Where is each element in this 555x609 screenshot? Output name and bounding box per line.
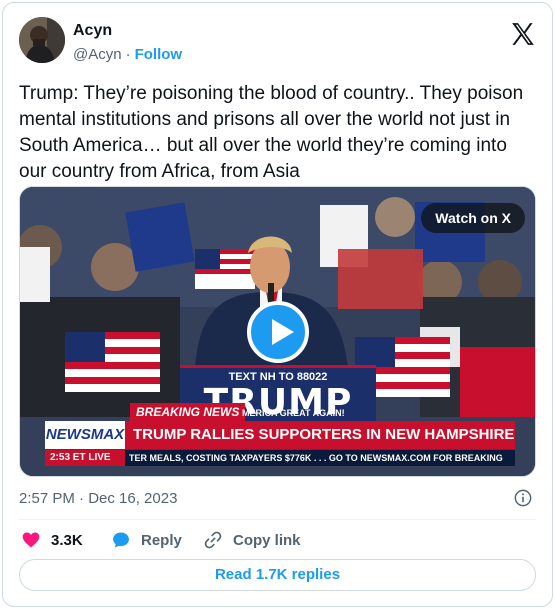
tweet-timestamp[interactable]: 2:57 PM · Dec 16, 2023 bbox=[19, 490, 177, 507]
reply-label: Reply bbox=[141, 531, 182, 549]
heart-icon bbox=[22, 532, 40, 548]
info-icon[interactable] bbox=[514, 489, 532, 507]
avatar-image bbox=[19, 17, 65, 63]
avatar[interactable] bbox=[19, 17, 65, 63]
maga-text: MERICA GREAT AGAIN! bbox=[242, 408, 345, 418]
author-name[interactable]: Acyn bbox=[73, 22, 112, 40]
reply-bubble-icon bbox=[113, 532, 129, 548]
ticker-text: TER MEALS, COSTING TAXPAYERS $776K . . .… bbox=[129, 453, 503, 463]
network-logo: NEWSMAX bbox=[45, 421, 125, 449]
like-button[interactable]: 3.3K bbox=[21, 529, 83, 551]
breaking-news-tag: BREAKING NEWS bbox=[130, 403, 246, 421]
like-count: 3.3K bbox=[51, 531, 83, 549]
copy-link-button[interactable]: Copy link bbox=[203, 529, 301, 551]
tweet-card: Acyn @Acyn · Follow Trump: They’re poisoni… bbox=[2, 2, 553, 607]
author-handle-row: @Acyn · Follow bbox=[73, 46, 182, 63]
news-headline: TRUMP RALLIES SUPPORTERS IN NEW HAMPSHIR… bbox=[125, 421, 515, 449]
follow-button[interactable]: Follow bbox=[135, 46, 183, 63]
tweet-text: Trump: They’re poisoning the blood of co… bbox=[19, 83, 524, 182]
video-player[interactable]: TEXT NH TO 88022 TRUMP BREAKING NEWS MER… bbox=[19, 186, 536, 477]
read-replies-button[interactable]: Read 1.7K replies bbox=[19, 559, 536, 591]
link-icon bbox=[204, 531, 222, 549]
news-ticker: 2:53 ET LIVE TER MEALS, COSTING TAXPAYER… bbox=[45, 450, 515, 466]
copy-link-label: Copy link bbox=[233, 531, 301, 549]
separator-dot: · bbox=[125, 46, 131, 63]
watch-on-x-button[interactable]: Watch on X bbox=[421, 203, 525, 233]
x-logo-icon[interactable] bbox=[510, 21, 536, 47]
divider bbox=[19, 519, 536, 520]
author-handle[interactable]: @Acyn bbox=[73, 46, 122, 63]
ticker-time: 2:53 ET LIVE bbox=[45, 450, 125, 466]
play-icon[interactable] bbox=[247, 301, 309, 363]
news-lower-third: NEWSMAX TRUMP RALLIES SUPPORTERS IN NEW … bbox=[45, 421, 515, 449]
reply-button[interactable]: Reply bbox=[111, 529, 182, 551]
